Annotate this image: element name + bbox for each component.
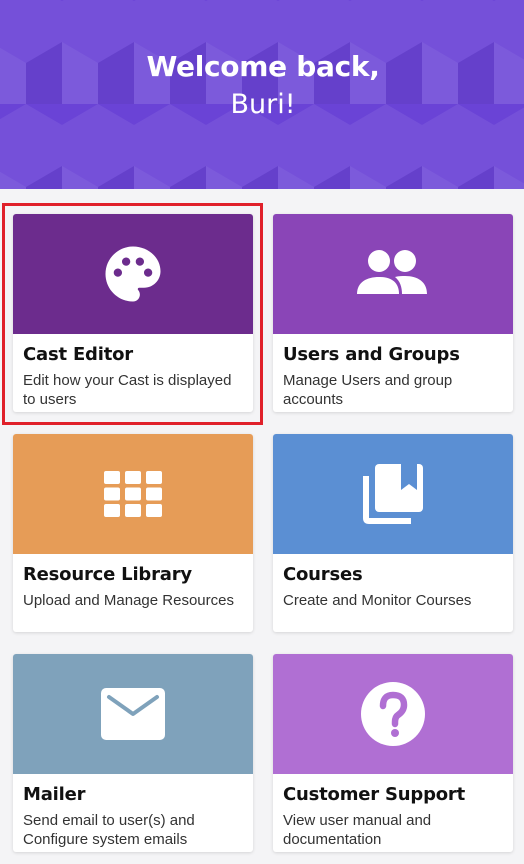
card-support-banner [273,654,513,774]
card-description: Create and Monitor Courses [283,592,472,609]
card-title: Mailer [23,784,86,805]
card-resource-library[interactable]: Resource Library Upload and Manage Resou… [13,434,253,632]
card-courses-banner [273,434,513,554]
card-description: Upload and Manage Resources [23,592,234,609]
card-title: Customer Support [283,784,466,805]
greeting-text: Welcome back, [146,50,380,83]
username-text: Buri! [230,89,296,120]
welcome-banner: Welcome back, Buri! [0,0,524,189]
card-customer-support[interactable]: Customer Support View user manual and do… [273,654,513,852]
card-users-and-groups[interactable]: Users and Groups Manage Users and group … [273,214,513,412]
card-title: Users and Groups [283,344,460,365]
help-icon [361,682,425,746]
mail-icon [101,688,165,740]
selection-highlight [2,203,263,425]
card-mailer[interactable]: Mailer Send email to user(s) and Configu… [13,654,253,852]
card-title: Courses [283,564,363,585]
card-courses[interactable]: Courses Create and Monitor Courses [273,434,513,632]
card-resource-banner [13,434,253,554]
card-title: Resource Library [23,564,192,585]
card-description: Send email to user(s) and Configure syst… [23,812,195,848]
library-book-icon [363,464,423,524]
grid-icon [104,471,162,517]
card-description: Manage Users and group accounts [283,372,453,408]
card-users-banner [273,214,513,334]
card-description: View user manual and documentation [283,812,432,848]
card-mailer-banner [13,654,253,774]
users-icon [357,250,427,294]
